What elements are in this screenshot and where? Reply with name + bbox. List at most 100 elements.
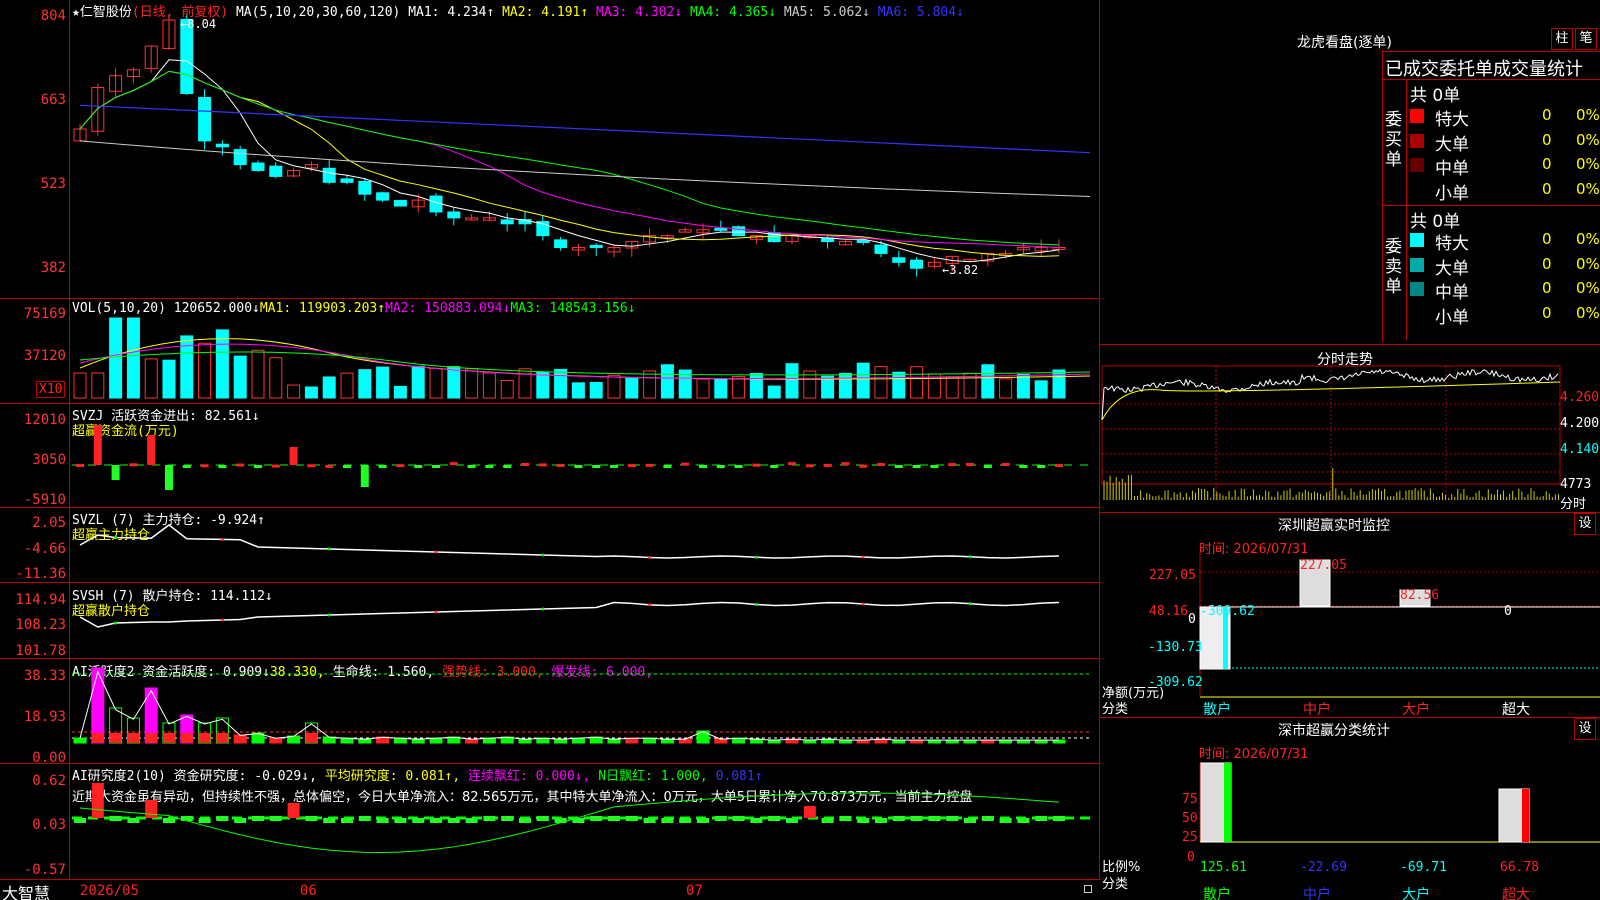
monitor-value: 82.56	[1400, 588, 1440, 603]
price-chart[interactable]	[0, 0, 1100, 300]
sell-row: 小单 0 0%	[1410, 303, 1600, 328]
flow-bar	[538, 463, 547, 467]
vol-bar	[589, 381, 603, 399]
vol-bar	[838, 372, 852, 399]
vol-bar	[696, 378, 710, 399]
flow-bar	[521, 462, 529, 466]
high-price-label: ←8.04	[180, 17, 217, 31]
flow-bar	[254, 465, 262, 468]
category-bar-accent	[1224, 763, 1231, 842]
row-count: 0	[1542, 303, 1552, 322]
svsh-chart[interactable]	[0, 582, 1100, 658]
vol-bar	[571, 382, 585, 399]
research-bar	[305, 816, 318, 821]
flow-bar	[503, 465, 512, 468]
vol-bar	[233, 355, 247, 399]
flow-bar	[414, 465, 423, 468]
classify-tick: 25	[1182, 830, 1198, 845]
research-bar	[252, 816, 264, 821]
intraday-tick: 4.260	[1560, 390, 1600, 405]
flow-bar	[894, 465, 903, 468]
flow-bar	[734, 465, 743, 468]
vol-bar	[1016, 373, 1030, 399]
classify-value: -22.69	[1300, 860, 1347, 875]
ma-line	[79, 70, 1060, 257]
candle	[874, 244, 888, 254]
lock-icon[interactable]	[1084, 885, 1092, 893]
research-bar	[358, 816, 371, 821]
candle	[376, 192, 390, 201]
main-holding-line-dot	[434, 550, 438, 554]
vol-bar	[251, 349, 265, 399]
flow-bar	[449, 462, 458, 466]
activity-base	[163, 733, 175, 743]
bar-mode-button[interactable]: 柱	[1551, 28, 1573, 50]
flow-bar	[645, 463, 654, 467]
ma-line	[79, 70, 1060, 246]
flow-bar	[93, 425, 102, 465]
flow-bar	[467, 465, 476, 468]
flow-bar	[770, 465, 779, 468]
research-bar	[946, 816, 959, 821]
research-bar	[519, 818, 531, 823]
research-bar	[821, 818, 834, 823]
intraday-tick: 4.140	[1560, 442, 1600, 457]
vol-bar	[269, 357, 283, 399]
research-bar	[430, 818, 442, 823]
vol-bar	[625, 377, 639, 399]
svzj-chart[interactable]	[0, 403, 1100, 507]
research-bar	[145, 800, 158, 818]
main-holding-line-dot	[754, 555, 758, 559]
svzl-chart[interactable]	[0, 507, 1100, 582]
chart-area[interactable]: ★仁智股份(日线, 前复权) MA(5,10,20,30,60,120) MA1…	[0, 0, 1100, 900]
flow-bar	[147, 435, 156, 465]
date-tick: 06	[300, 883, 317, 899]
right-panel: 龙虎看盘(逐单) 柱 笔 已成交委托单成交量统计 委买单 共 0单 特大 0 0% 大…	[1100, 0, 1600, 900]
buy-row: 中单 0 0%	[1410, 154, 1600, 179]
flow-bar	[966, 463, 974, 467]
research-bar	[234, 818, 247, 823]
activity-base	[216, 733, 229, 743]
research-bar	[376, 818, 389, 823]
row-count: 0	[1542, 155, 1552, 173]
flow-bar	[663, 465, 672, 468]
research-bar	[198, 818, 211, 823]
buy-row: 小单 0 0%	[1410, 179, 1600, 204]
research-bar	[1035, 816, 1048, 821]
vol-bar	[767, 385, 781, 399]
flow-bar	[129, 463, 138, 467]
ai2-chart[interactable]	[0, 763, 1100, 879]
flow-bar	[841, 462, 850, 466]
date-tick: 2026/05	[80, 883, 140, 899]
flow-bar	[343, 465, 351, 468]
legend-swatch	[1410, 282, 1424, 296]
activity-base	[127, 733, 140, 743]
row-pct: 0%	[1576, 106, 1600, 124]
vol-bar	[660, 364, 674, 399]
activity-base	[305, 733, 318, 743]
intraday-chart[interactable]	[1100, 344, 1600, 504]
ai1-chart[interactable]	[0, 658, 1100, 763]
monitor-cat: 中户	[1303, 702, 1331, 718]
activity-bar	[233, 734, 247, 744]
vol-bar	[109, 317, 123, 399]
flow-bar	[236, 463, 245, 467]
research-bar	[661, 818, 674, 823]
flow-bar	[325, 464, 334, 468]
vol-bar	[322, 376, 336, 399]
tick-mode-button[interactable]: 笔	[1575, 28, 1597, 50]
price-line	[1101, 368, 1559, 421]
research-bar	[625, 816, 638, 821]
vol-bar	[732, 375, 746, 399]
candle	[340, 178, 354, 183]
research-bar	[216, 816, 229, 821]
classify-tick: 75	[1182, 792, 1198, 807]
activity-base	[180, 733, 193, 743]
brand-logo[interactable]: 大智慧	[2, 880, 50, 900]
retail-holding-line-dot	[968, 602, 972, 606]
vol-bar	[981, 364, 995, 399]
candle	[198, 96, 212, 142]
vol-chart[interactable]	[0, 298, 1100, 403]
activity-bar	[696, 730, 710, 744]
retail-holding-line-dot	[220, 618, 224, 622]
